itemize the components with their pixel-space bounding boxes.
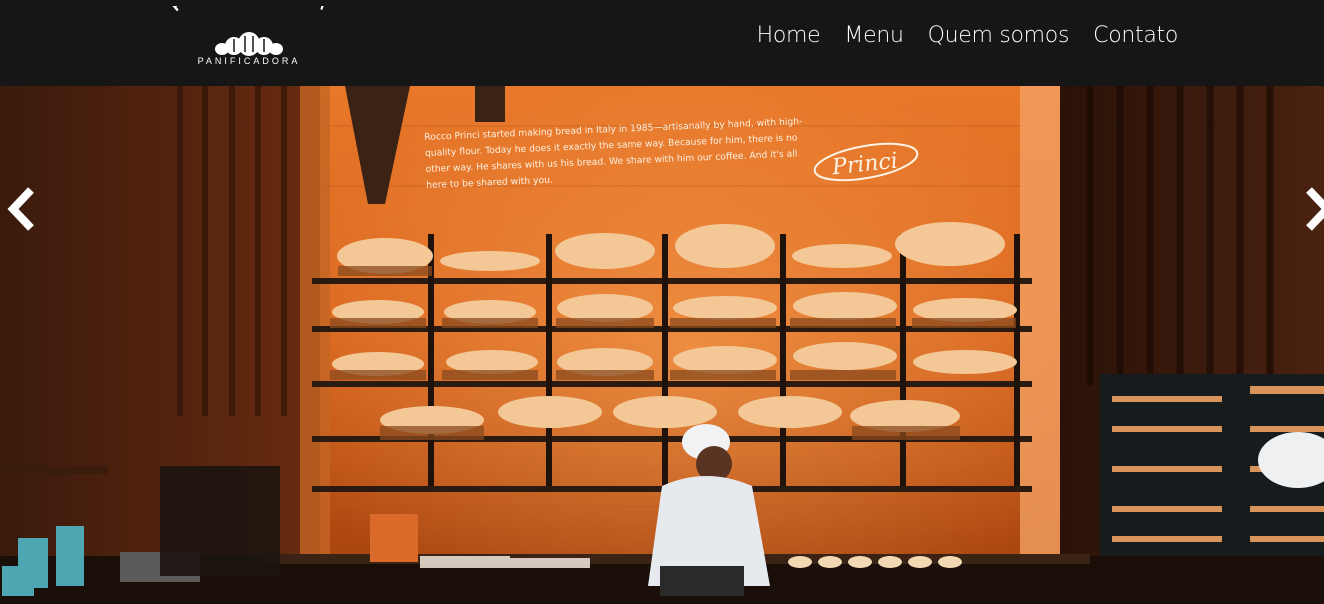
nav-quem-somos-link[interactable]: Quem somos — [928, 22, 1070, 50]
carousel-next-button[interactable] — [1298, 186, 1324, 232]
carousel-prev-button[interactable] — [2, 186, 42, 232]
svg-text:PÃO AMIGO E CIA: PÃO AMIGO E CIA — [168, 6, 333, 15]
nav-menu-link[interactable]: Menu — [844, 22, 904, 50]
chevron-left-icon — [7, 187, 34, 231]
logo-arc-text: PÃO AMIGO E CIA — [168, 6, 331, 15]
hero-carousel: Rocco Princi started making bread in Ita… — [0, 86, 1324, 604]
nav-contato-link[interactable]: Contato — [1093, 22, 1178, 50]
logo[interactable]: PÃO AMIGO E CIA PANIFICADORA — [146, 6, 352, 68]
chevron-right-icon — [1306, 187, 1324, 231]
main-nav: Home Menu Quem somos Contato — [757, 22, 1179, 50]
logo-subtitle: PANIFICADORA — [198, 56, 301, 66]
site-header: PÃO AMIGO E CIA PANIFICADORA Home Menu Q… — [0, 0, 1324, 86]
nav-home-link[interactable]: Home — [757, 22, 821, 50]
croissant-logo-icon: PÃO AMIGO E CIA PANIFICADORA — [168, 6, 333, 66]
